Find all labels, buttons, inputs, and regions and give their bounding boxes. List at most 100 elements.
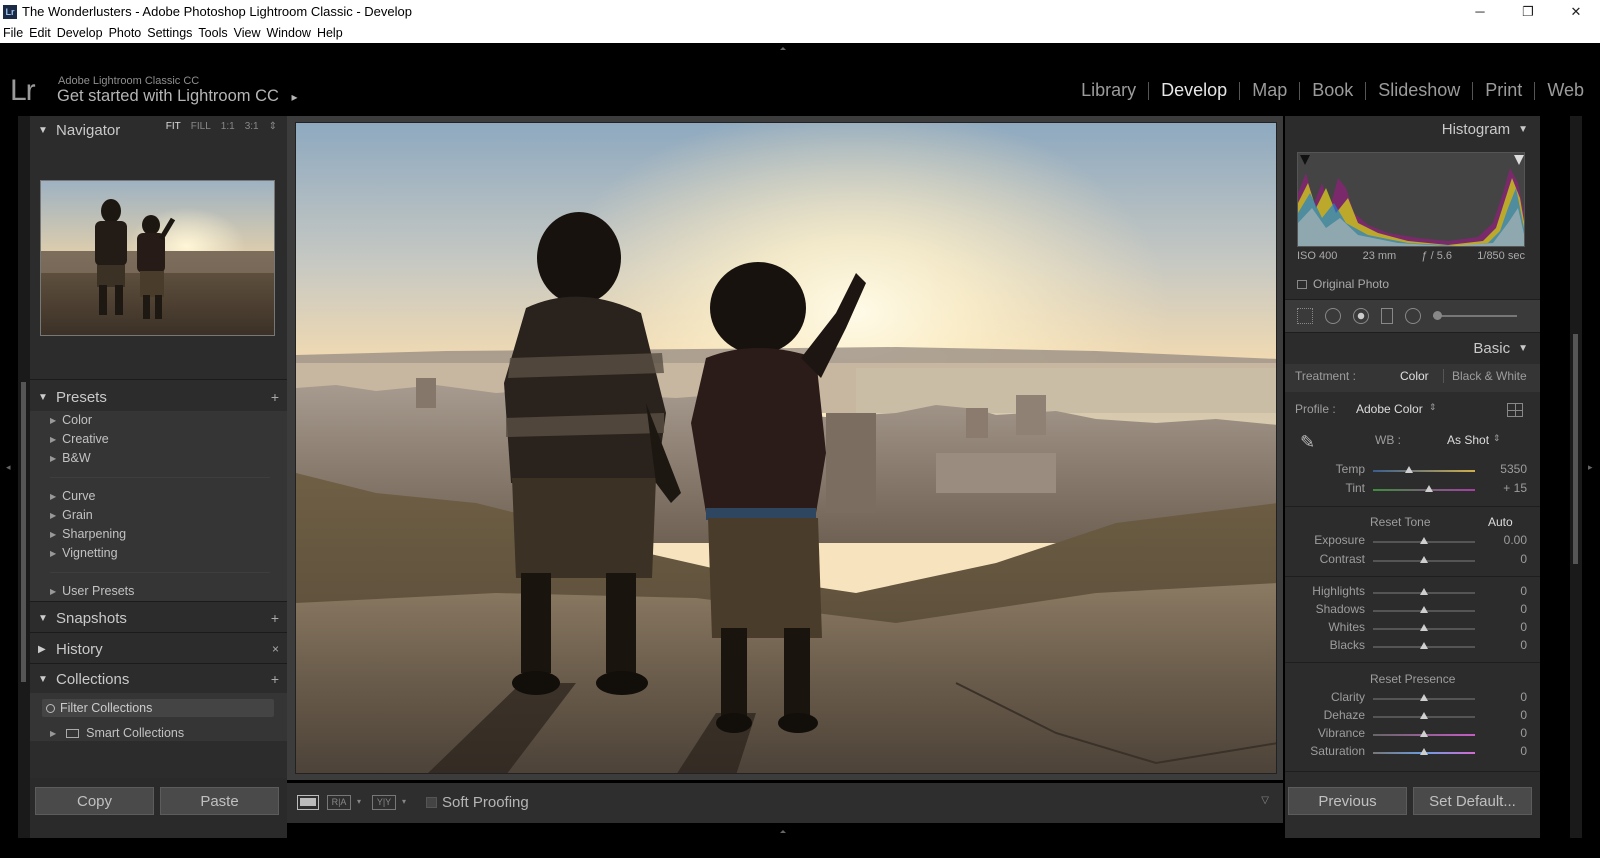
add-preset-icon[interactable]: + <box>271 389 279 405</box>
before-after-icon[interactable]: R|A <box>327 795 351 810</box>
dehaze-value[interactable]: 0 <box>1487 708 1527 722</box>
module-develop[interactable]: Develop <box>1149 80 1239 101</box>
menu-file[interactable]: File <box>3 26 23 40</box>
navigator-header[interactable]: ▼ Navigator FIT FILL 1:1 3:1 ⇕ <box>30 116 287 144</box>
zoom-fill[interactable]: FILL <box>191 121 211 132</box>
eyedropper-icon[interactable]: ✎ <box>1300 432 1315 453</box>
preset-group-grain[interactable]: ▶ Grain <box>50 508 93 522</box>
clear-history-icon[interactable]: × <box>272 642 279 656</box>
shadows-value[interactable]: 0 <box>1487 602 1527 616</box>
reset-presence-button[interactable]: Reset Presence <box>1370 672 1455 686</box>
whites-value[interactable]: 0 <box>1487 620 1527 634</box>
saturation-value[interactable]: 0 <box>1487 744 1527 758</box>
clarity-value[interactable]: 0 <box>1487 690 1527 704</box>
preset-group-bw[interactable]: ▶ B&W <box>50 451 91 465</box>
vibrance-slider-thumb[interactable] <box>1420 730 1428 737</box>
preset-group-user-presets[interactable]: ▶ User Presets <box>50 584 134 598</box>
menu-window[interactable]: Window <box>266 26 310 40</box>
vibrance-value[interactable]: 0 <box>1487 726 1527 740</box>
menu-help[interactable]: Help <box>317 26 343 40</box>
zoom-3-1[interactable]: 3:1 <box>245 121 259 132</box>
snapshots-header[interactable]: ▼ Snapshots + <box>30 604 287 632</box>
chevron-down-icon[interactable]: ▾ <box>357 797 361 806</box>
menu-develop[interactable]: Develop <box>57 26 103 40</box>
before-after-split-icon[interactable]: Y|Y <box>372 795 396 810</box>
temp-value[interactable]: 5350 <box>1487 462 1527 476</box>
collapse-left-icon[interactable]: ◂ <box>6 462 11 473</box>
reset-tone-button[interactable]: Reset Tone <box>1370 515 1431 529</box>
treatment-bw-option[interactable]: Black & White <box>1452 369 1527 383</box>
blacks-value[interactable]: 0 <box>1487 638 1527 652</box>
chevron-down-icon[interactable]: ▾ <box>402 797 406 806</box>
minimize-button[interactable]: ─ <box>1456 0 1504 23</box>
collections-header[interactable]: ▼ Collections + <box>30 665 287 693</box>
module-library[interactable]: Library <box>1069 80 1148 101</box>
zoom-fit[interactable]: FIT <box>166 121 181 132</box>
clarity-slider-thumb[interactable] <box>1420 694 1428 701</box>
soft-proofing-checkbox[interactable] <box>426 797 437 808</box>
right-scrollbar[interactable] <box>1570 116 1582 838</box>
preset-group-color[interactable]: ▶ Color <box>50 413 92 427</box>
collapse-bottom-icon[interactable] <box>780 830 786 833</box>
tint-slider[interactable] <box>1373 489 1475 491</box>
module-map[interactable]: Map <box>1240 80 1299 101</box>
menu-view[interactable]: View <box>234 26 261 40</box>
preset-group-curve[interactable]: ▶ Curve <box>50 489 96 503</box>
menu-settings[interactable]: Settings <box>147 26 192 40</box>
radial-filter-icon[interactable] <box>1405 308 1421 324</box>
close-button[interactable]: ✕ <box>1552 0 1600 23</box>
toolbar-menu-icon[interactable]: ▽ <box>1261 795 1269 806</box>
zoom-1-1[interactable]: 1:1 <box>221 121 235 132</box>
module-web[interactable]: Web <box>1535 80 1584 101</box>
whites-slider-thumb[interactable] <box>1420 624 1428 631</box>
navigator-preview[interactable] <box>40 180 275 336</box>
main-photo[interactable] <box>295 122 1277 774</box>
exposure-slider-thumb[interactable] <box>1420 537 1428 544</box>
exposure-value[interactable]: 0.00 <box>1487 533 1527 547</box>
left-scrollbar[interactable] <box>18 116 30 838</box>
basic-header[interactable]: Basic ▼ <box>1473 340 1528 357</box>
collapse-right-icon[interactable]: ▸ <box>1588 462 1593 473</box>
add-snapshot-icon[interactable]: + <box>271 610 279 626</box>
loupe-view-icon[interactable] <box>297 795 319 810</box>
graduated-filter-icon[interactable] <box>1381 308 1393 324</box>
zoom-menu-icon[interactable]: ⇕ <box>269 121 277 132</box>
menu-photo[interactable]: Photo <box>109 26 142 40</box>
restore-button[interactable]: ❐ <box>1504 0 1552 23</box>
profile-browser-icon[interactable] <box>1507 403 1523 417</box>
tint-slider-thumb[interactable] <box>1425 485 1434 492</box>
blacks-slider-thumb[interactable] <box>1420 642 1428 649</box>
brush-slider[interactable] <box>1433 311 1517 320</box>
red-eye-icon[interactable] <box>1353 308 1369 324</box>
treatment-color-option[interactable]: Color <box>1400 369 1429 383</box>
profile-dropdown[interactable]: Adobe Color <box>1356 402 1423 416</box>
previous-button[interactable]: Previous <box>1288 787 1407 815</box>
contrast-slider-thumb[interactable] <box>1420 556 1428 563</box>
dehaze-slider-thumb[interactable] <box>1420 712 1428 719</box>
module-book[interactable]: Book <box>1300 80 1365 101</box>
auto-button[interactable]: Auto <box>1488 515 1513 529</box>
temp-slider[interactable] <box>1373 470 1475 472</box>
histogram-header[interactable]: Histogram ▼ <box>1442 121 1528 138</box>
preset-group-creative[interactable]: ▶ Creative <box>50 432 109 446</box>
highlights-value[interactable]: 0 <box>1487 584 1527 598</box>
paste-button[interactable]: Paste <box>160 787 279 815</box>
contrast-value[interactable]: 0 <box>1487 552 1527 566</box>
module-slideshow[interactable]: Slideshow <box>1366 80 1472 101</box>
menu-tools[interactable]: Tools <box>198 26 227 40</box>
copy-button[interactable]: Copy <box>35 787 154 815</box>
presets-header[interactable]: ▼ Presets + <box>30 383 287 411</box>
spot-removal-icon[interactable] <box>1325 308 1341 324</box>
temp-slider-thumb[interactable] <box>1404 466 1413 473</box>
saturation-slider-thumb[interactable] <box>1420 748 1428 755</box>
original-photo-toggle[interactable]: Original Photo <box>1297 277 1389 291</box>
history-header[interactable]: ▶ History × <box>30 635 287 663</box>
highlights-slider-thumb[interactable] <box>1420 588 1428 595</box>
wb-dropdown[interactable]: As Shot <box>1447 433 1489 447</box>
set-default-button[interactable]: Set Default... <box>1413 787 1532 815</box>
preset-group-vignetting[interactable]: ▶ Vignetting <box>50 546 118 560</box>
crop-tool-icon[interactable] <box>1297 308 1313 324</box>
add-collection-icon[interactable]: + <box>271 671 279 687</box>
histogram-graph[interactable] <box>1297 152 1525 247</box>
smart-collections-item[interactable]: ▶ Smart Collections <box>50 726 184 740</box>
